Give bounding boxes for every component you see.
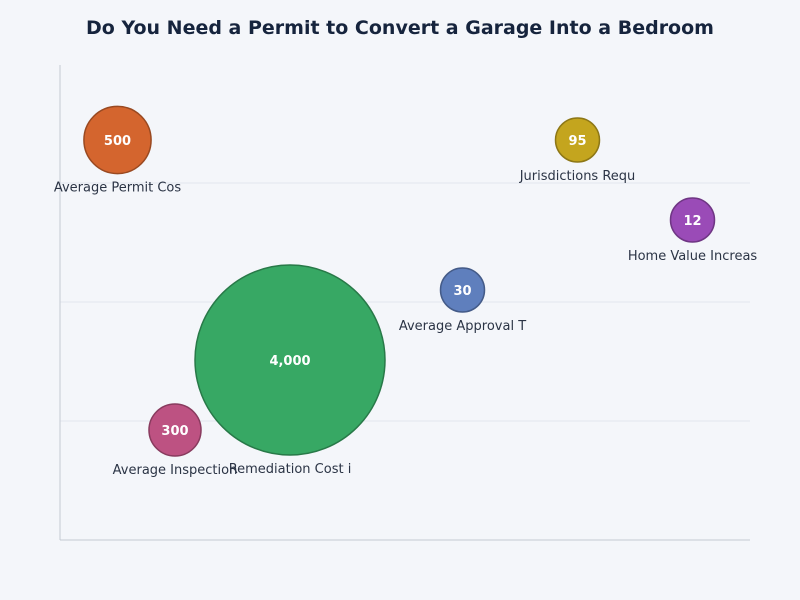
bubble-category-label: Home Value Increas <box>628 249 758 264</box>
bubble-point: 30 Average Approval T <box>399 267 526 334</box>
bubble-category-label: Jurisdictions Requ <box>519 169 636 184</box>
gridlines <box>60 182 750 422</box>
bubble-point: 4,000 Remediation Cost i <box>194 264 386 477</box>
bubble-point: 95 Jurisdictions Requ <box>519 117 636 184</box>
bubble-chart: Do You Need a Permit to Convert a Garage… <box>54 17 758 541</box>
bubble-value-label: 300 <box>161 424 188 439</box>
bubble-category-label: Average Permit Cos <box>54 181 182 196</box>
bubble-value-label: 95 <box>568 134 586 149</box>
bubble-value-label: 12 <box>683 214 701 229</box>
bubble-point: 500 Average Permit Cos <box>54 105 182 196</box>
bubble-value-label: 30 <box>453 284 471 299</box>
bubble-value-label: 500 <box>104 134 131 149</box>
bubble-value-label: 4,000 <box>269 354 310 369</box>
bubble-category-label: Average Inspection <box>113 463 238 478</box>
bubbles: 4,000 Remediation Cost i 500 Average Permit… <box>54 105 758 478</box>
bubble-category-label: Average Approval T <box>399 319 526 334</box>
bubble-category-label: Remediation Cost i <box>229 462 352 477</box>
bubble-point: 12 Home Value Increas <box>628 197 758 264</box>
chart-title: Do You Need a Permit to Convert a Garage… <box>86 17 714 39</box>
